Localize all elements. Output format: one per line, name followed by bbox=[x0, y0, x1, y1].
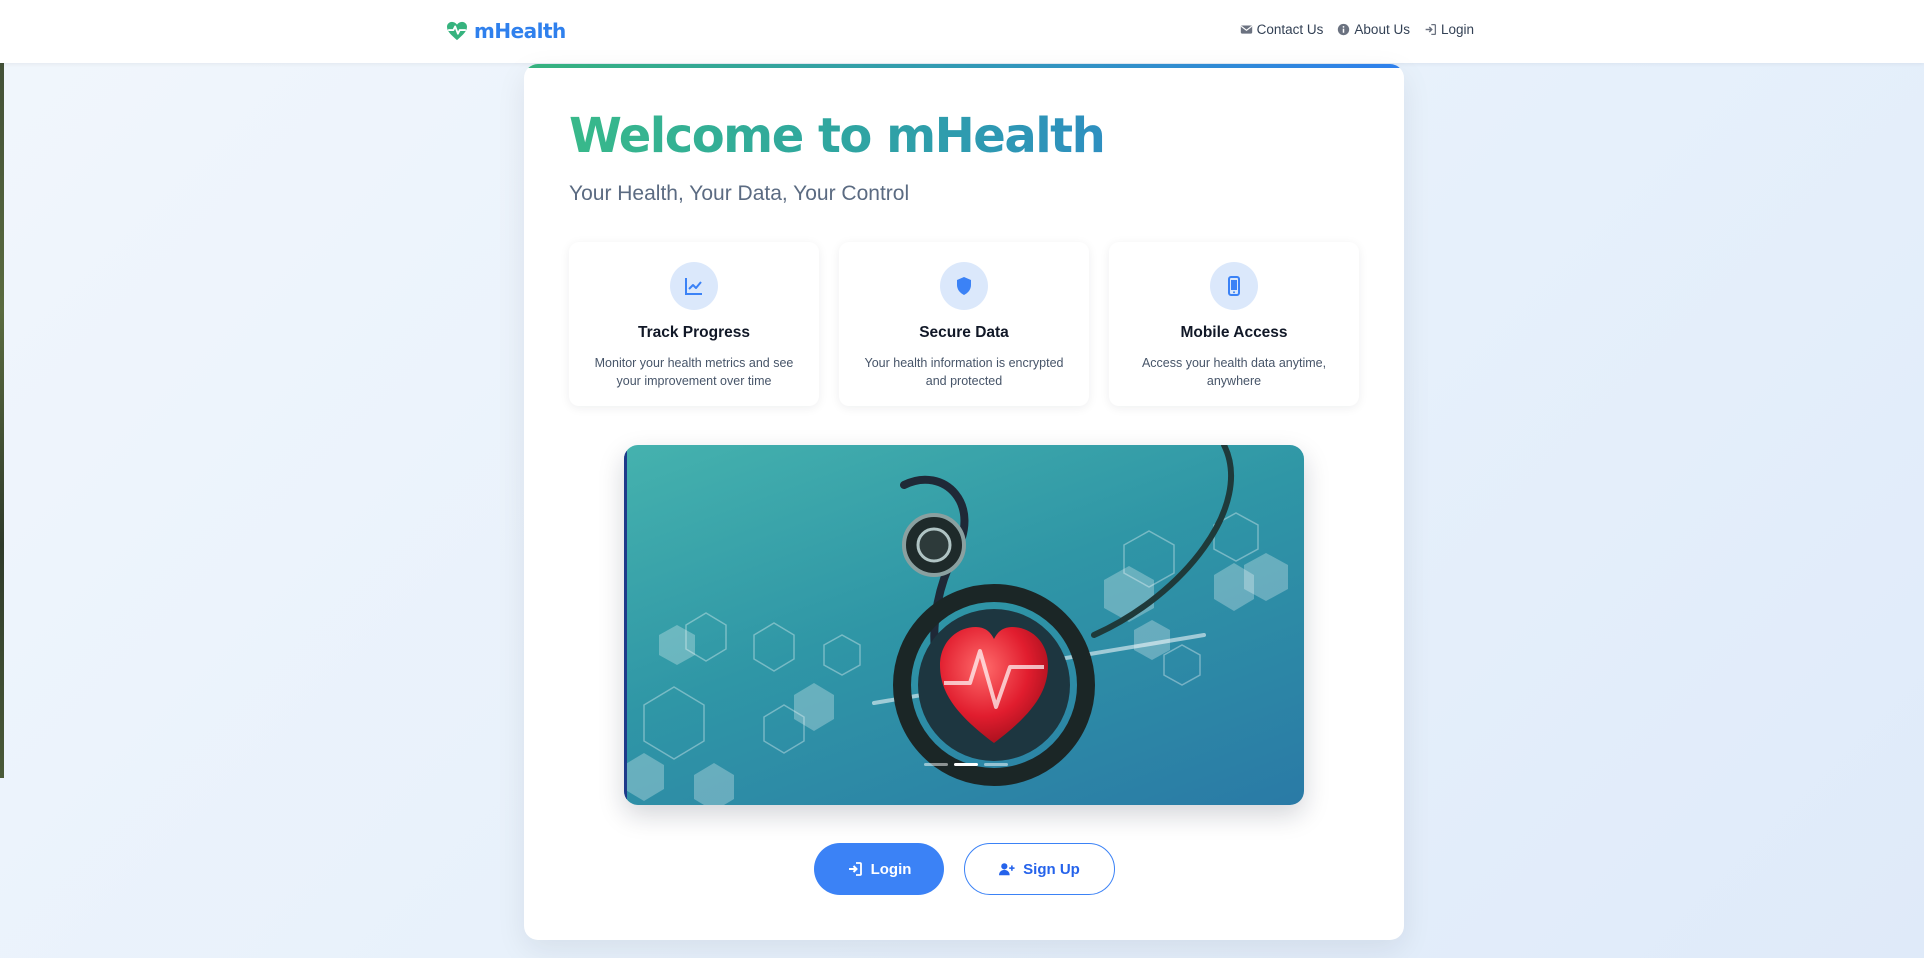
feature-mobile-access: Mobile Access Access your health data an… bbox=[1109, 242, 1359, 406]
chart-line-icon bbox=[670, 262, 718, 310]
page-title: Welcome to mHealth bbox=[569, 108, 1106, 164]
carousel-indicators bbox=[924, 763, 1008, 766]
feature-description: Monitor your health metrics and see your… bbox=[594, 356, 794, 388]
nav-about-us-label: About Us bbox=[1354, 22, 1410, 37]
feature-title: Track Progress bbox=[637, 324, 750, 341]
mobile-icon bbox=[1210, 262, 1258, 310]
brand-name: mHealth bbox=[474, 19, 566, 43]
brand-logo[interactable]: mHealth bbox=[446, 19, 566, 43]
feature-description: Your health information is encrypted and… bbox=[864, 356, 1064, 388]
sign-in-icon bbox=[848, 862, 862, 876]
nav-login[interactable]: Login bbox=[1424, 22, 1474, 37]
carousel-dot-3[interactable] bbox=[984, 763, 1008, 766]
feature-title: Secure Data bbox=[919, 324, 1009, 341]
heart-pulse-icon bbox=[447, 21, 467, 41]
feature-secure-data: Secure Data Your health information is e… bbox=[839, 242, 1089, 406]
carousel-dot-2[interactable] bbox=[954, 763, 978, 766]
shield-icon bbox=[940, 262, 988, 310]
feature-description: Access your health data anytime, anywher… bbox=[1141, 356, 1327, 388]
welcome-card: Welcome to mHealth Your Health, Your Dat… bbox=[524, 64, 1404, 940]
envelope-icon bbox=[1240, 25, 1252, 34]
nav-about-us[interactable]: About Us bbox=[1337, 22, 1410, 37]
nav-contact-us-label: Contact Us bbox=[1256, 22, 1324, 37]
nav-contact-us[interactable]: Contact Us bbox=[1240, 22, 1324, 37]
page-subtitle: Your Health, Your Data, Your Control bbox=[569, 182, 910, 205]
feature-title: Mobile Access bbox=[1180, 324, 1288, 341]
action-buttons: Login Sign Up bbox=[814, 843, 1115, 895]
nav-login-label: Login bbox=[1440, 22, 1474, 37]
sign-in-icon bbox=[1425, 23, 1436, 36]
stethoscope-heart-image bbox=[624, 445, 1288, 805]
user-plus-icon bbox=[999, 863, 1015, 876]
login-button-label: Login bbox=[870, 860, 912, 878]
carousel-edge bbox=[624, 451, 627, 799]
info-circle-icon bbox=[1338, 23, 1350, 36]
login-button[interactable]: Login bbox=[814, 843, 944, 895]
signup-button-label: Sign Up bbox=[1023, 860, 1080, 878]
nav-links: Contact Us About Us Login bbox=[1240, 22, 1474, 37]
signup-button[interactable]: Sign Up bbox=[964, 843, 1115, 895]
image-carousel[interactable] bbox=[624, 445, 1304, 805]
navbar: mHealth Contact Us About Us Login bbox=[0, 0, 1924, 63]
feature-track-progress: Track Progress Monitor your health metri… bbox=[569, 242, 819, 406]
feature-cards: Track Progress Monitor your health metri… bbox=[569, 242, 1359, 406]
carousel-dot-1[interactable] bbox=[924, 763, 948, 766]
background-edge bbox=[0, 0, 4, 778]
card-accent-bar bbox=[524, 64, 1404, 68]
